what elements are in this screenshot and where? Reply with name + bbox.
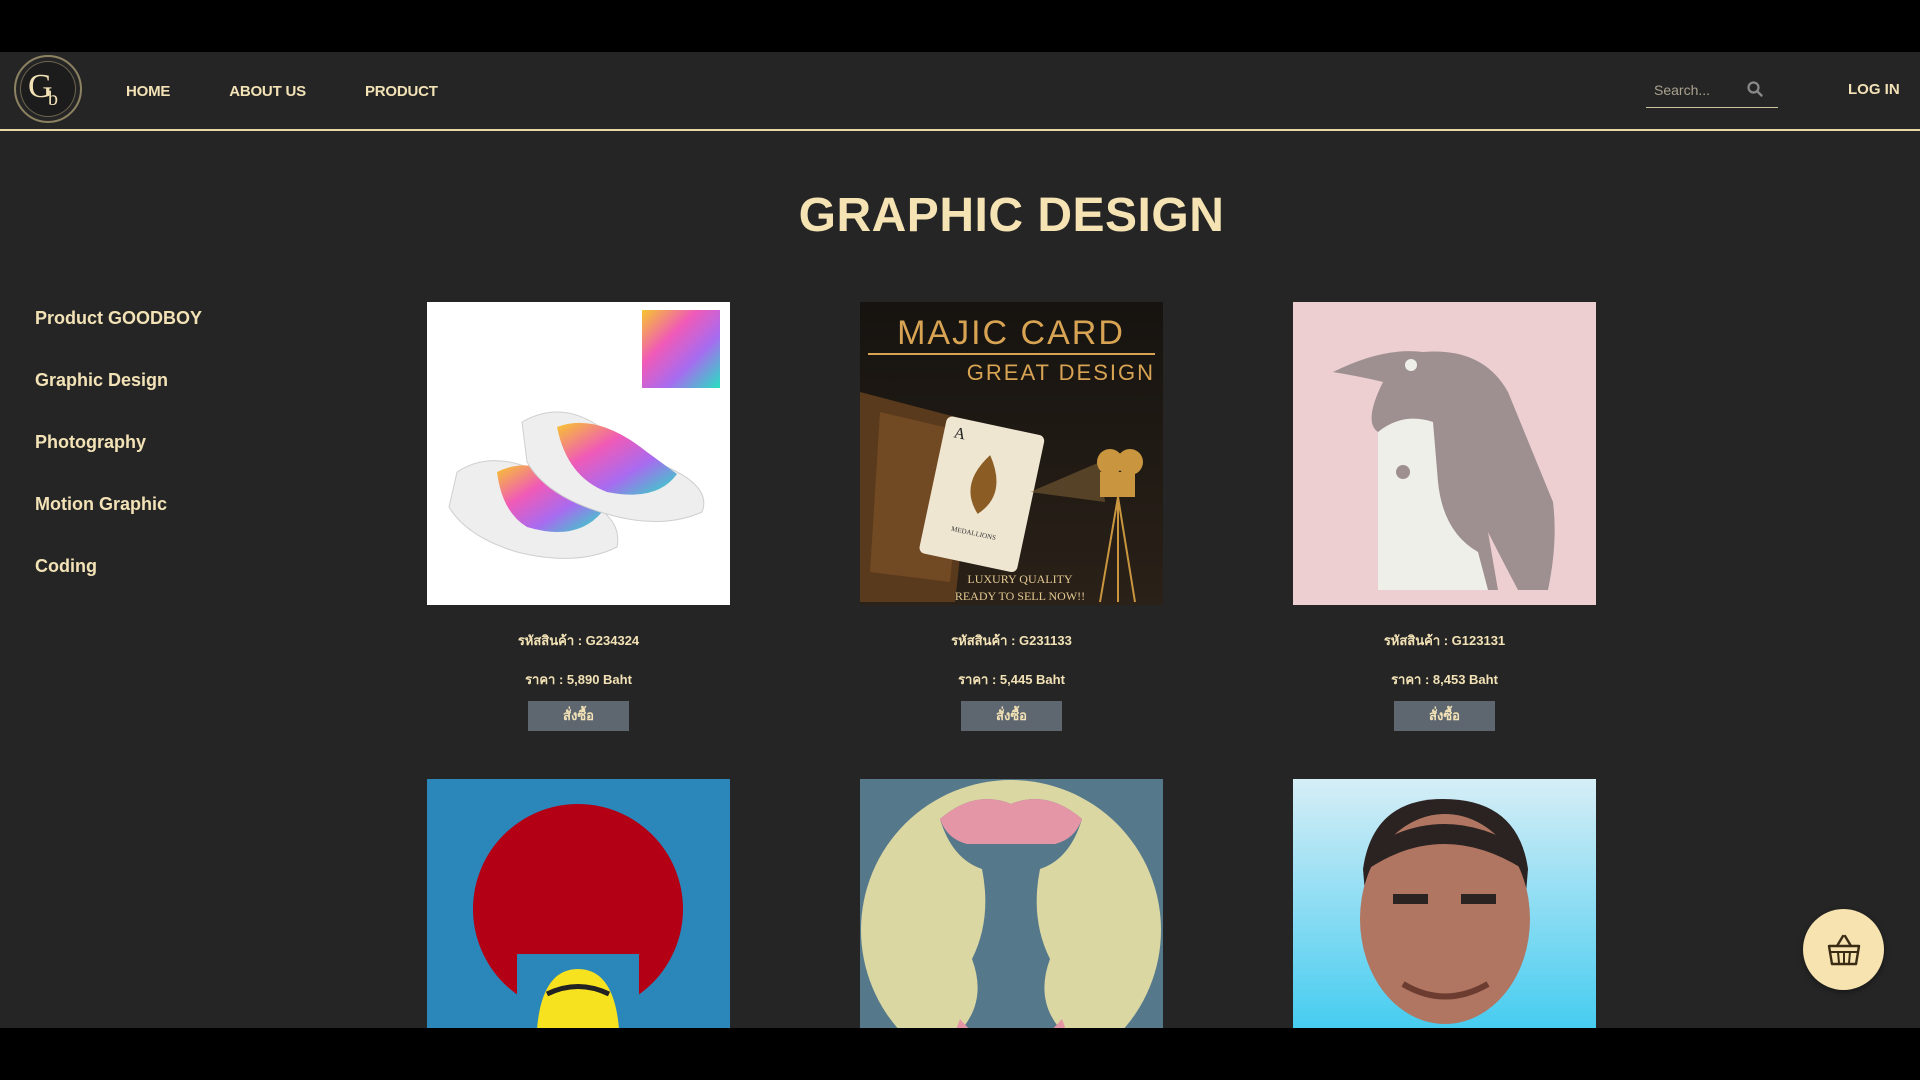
buy-button[interactable]: สั่งซื้อ <box>528 701 629 731</box>
product-image-majic-card[interactable]: MAJIC CARD GREAT DESIGN A MEDALLIONS LUX… <box>860 302 1163 605</box>
login-link[interactable]: LOG IN <box>1848 81 1900 98</box>
letterbox-bottom <box>0 1028 1920 1080</box>
product-card <box>427 779 730 1028</box>
product-image-portrait[interactable] <box>1293 779 1596 1028</box>
logo-icon: G b <box>28 68 58 110</box>
product-image-shoes[interactable] <box>427 302 730 605</box>
sidebar-item-coding[interactable]: Coding <box>35 555 202 617</box>
search-box <box>1646 74 1778 108</box>
product-card: รหัสสินค้า : G234324 ราคา : 5,890 Baht ส… <box>427 302 730 731</box>
poster-subtitle: GREAT DESIGN <box>967 360 1155 385</box>
main-nav: HOME ABOUT US PRODUCT <box>126 52 497 131</box>
poster-title: MAJIC CARD <box>897 314 1125 352</box>
product-code: รหัสสินค้า : G234324 <box>517 633 640 648</box>
page-title: GRAPHIC DESIGN <box>798 189 1225 242</box>
product-code: รหัสสินค้า : G123131 <box>1383 633 1506 648</box>
site-header: G b HOME ABOUT US PRODUCT LOG IN <box>0 52 1920 131</box>
nav-product[interactable]: PRODUCT <box>365 83 438 100</box>
product-image-afro[interactable] <box>427 779 730 1028</box>
basket-icon <box>1827 934 1860 965</box>
basket-button[interactable] <box>1803 909 1884 990</box>
svg-text:b: b <box>48 88 58 110</box>
sidebar-item-graphic-design[interactable]: Graphic Design <box>35 369 202 431</box>
product-image-penguin[interactable] <box>1293 302 1596 605</box>
category-sidebar: Product GOODBOY Graphic Design Photograp… <box>35 307 202 617</box>
product-card <box>1293 779 1596 1028</box>
poster-tagline-1: LUXURY QUALITY <box>967 572 1073 586</box>
site-logo[interactable]: G b <box>14 55 82 123</box>
letterbox-top <box>0 0 1920 52</box>
search-icon[interactable] <box>1746 80 1764 98</box>
product-card: รหัสสินค้า : G123131 ราคา : 8,453 Baht ส… <box>1293 302 1596 731</box>
product-price: ราคา : 5,890 Baht <box>525 672 632 687</box>
product-card: MAJIC CARD GREAT DESIGN A MEDALLIONS LUX… <box>860 302 1163 731</box>
product-code: รหัสสินค้า : G231133 <box>951 633 1072 648</box>
poster-tagline-2: READY TO SELL NOW!! <box>955 589 1085 603</box>
nav-home[interactable]: HOME <box>126 83 170 100</box>
product-price: ราคา : 8,453 Baht <box>1391 672 1498 687</box>
product-price: ราคา : 5,445 Baht <box>958 672 1065 687</box>
nav-about-us[interactable]: ABOUT US <box>229 83 306 100</box>
buy-button[interactable]: สั่งซื้อ <box>961 701 1062 731</box>
product-card <box>860 779 1163 1028</box>
product-image-apple-faces[interactable] <box>860 779 1163 1028</box>
sidebar-item-product-goodboy[interactable]: Product GOODBOY <box>35 307 202 369</box>
search-input[interactable] <box>1654 80 1750 100</box>
sidebar-item-motion-graphic[interactable]: Motion Graphic <box>35 493 202 555</box>
buy-button[interactable]: สั่งซื้อ <box>1394 701 1495 731</box>
sidebar-item-photography[interactable]: Photography <box>35 431 202 493</box>
page: G b HOME ABOUT US PRODUCT LOG IN GRAPHIC… <box>0 52 1920 1028</box>
